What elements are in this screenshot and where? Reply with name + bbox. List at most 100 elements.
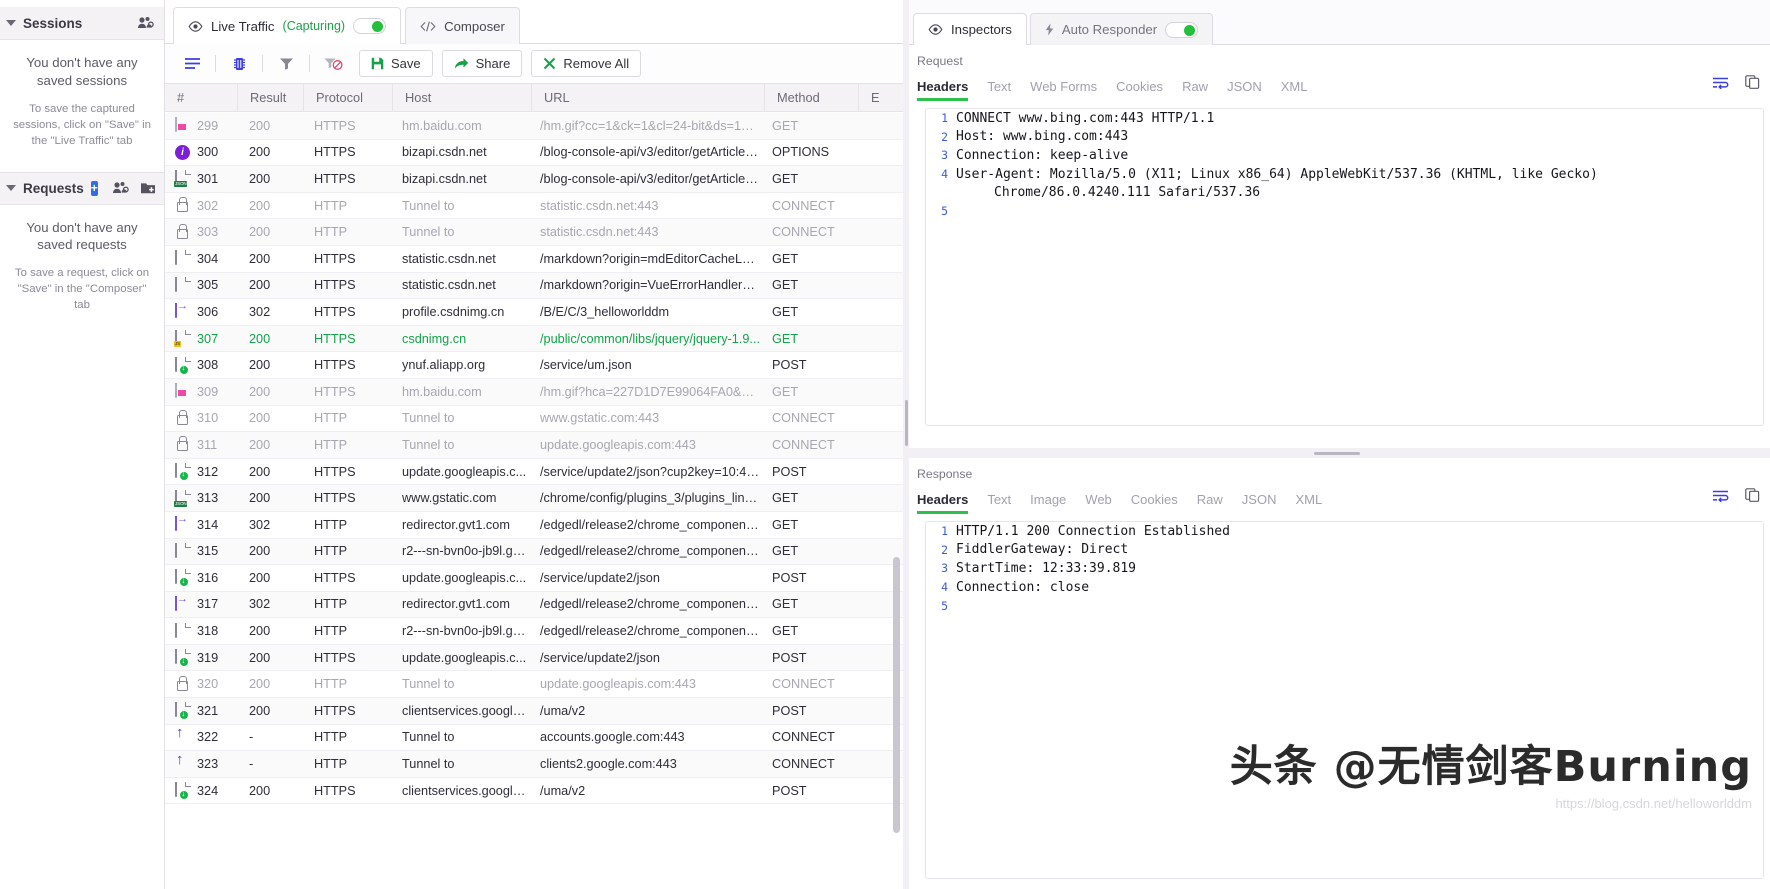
cell-host: Tunnel to (402, 757, 455, 772)
response-subtab-cookies[interactable]: Cookies (1131, 492, 1178, 514)
cell-protocol: HTTPS (314, 171, 356, 186)
copy-icon[interactable] (1745, 488, 1760, 507)
cell-result: 302 (249, 304, 271, 319)
table-row[interactable]: 310 200 HTTP Tunnel to www.gstatic.com:443 CO… (165, 406, 903, 433)
cell-url: /edgedl/release2/chrome_component/... (540, 624, 760, 639)
sidebar-section-sessions[interactable]: Sessions (0, 7, 164, 40)
cell-result: 200 (249, 225, 271, 240)
response-subtab-image[interactable]: Image (1030, 492, 1066, 514)
cell-url: update.googleapis.com:443 (540, 677, 696, 692)
cell-method: GET (772, 624, 799, 639)
sidebar-section-requests[interactable]: Requests + (0, 171, 164, 205)
table-row[interactable]: 317 302 HTTP redirector.gvt1.com/edgedl/rel… (165, 591, 903, 619)
copy-icon[interactable] (1745, 75, 1760, 94)
table-row[interactable]: 316 200 HTTPS update.googleapis.c... /servic… (165, 565, 903, 592)
table-row[interactable]: 320 200 HTTP Tunnel to update.googleapis.com… (165, 671, 903, 699)
table-row[interactable]: 306 302 HTTPS profile.csdnimg.cn/B/E/C/3_he… (165, 299, 903, 326)
tab-composer[interactable]: Composer (405, 7, 520, 44)
request-subtab-web-forms[interactable]: Web Forms (1030, 79, 1097, 101)
session-table-body[interactable]: 299 200 HTTPS hm.baidu.com/hm.gif?cc=1&ck=1… (165, 113, 903, 889)
table-row[interactable]: 324 200 HTTPS clientservices.google... /uma/… (165, 778, 903, 805)
request-subtab-xml[interactable]: XML (1281, 79, 1308, 101)
word-wrap-icon[interactable] (1712, 489, 1729, 507)
table-row[interactable]: i 300 200 HTTPS bizapi.csdn.net/blog-console… (165, 140, 903, 167)
table-row[interactable]: 303 200 HTTP Tunnel to statistic.csdn.net:44… (165, 219, 903, 246)
auto-responder-toggle[interactable] (1165, 21, 1199, 38)
save-button[interactable]: Save (359, 50, 433, 77)
columns-icon[interactable] (222, 51, 256, 77)
table-row[interactable]: 322 - HTTP Tunnel to accounts.google.com:443… (165, 725, 903, 752)
horizontal-splitter[interactable] (903, 448, 1770, 458)
request-subtab-headers[interactable]: Headers (917, 79, 969, 101)
table-row[interactable]: 309 200 HTTPS hm.baidu.com/hm.gif?hca=227D1… (165, 378, 903, 406)
chevron-down-icon-requests[interactable] (6, 185, 16, 192)
cell-url: /blog-console-api/v3/editor/getArticle?.… (540, 171, 760, 186)
cell-host: clientservices.google... (402, 703, 528, 718)
requests-share-icon[interactable] (112, 180, 129, 197)
cell-number: 302 (165, 197, 237, 214)
request-subtabs: Headers Text Web Forms Cookies Raw JSON XML (903, 68, 1770, 101)
table-row[interactable]: JSON 313 200 HTTPS www.gstatic.com/chrome/co… (165, 485, 903, 512)
new-folder-icon[interactable] (140, 180, 156, 197)
table-row[interactable]: 308 200 HTTPS ynuf.aliapp.org/service/um.js… (165, 352, 903, 379)
table-row[interactable]: 321 200 HTTPS clientservices.google... /uma/… (165, 698, 903, 725)
sessions-share-icon[interactable] (137, 15, 154, 32)
request-subtab-cookies[interactable]: Cookies (1116, 79, 1163, 101)
table-row[interactable]: 318 200 HTTP r2---sn-bvn0o-jb9l.gv... /edged… (165, 618, 903, 645)
clear-filter-icon[interactable] (316, 51, 350, 77)
col-header-result[interactable]: Result (238, 84, 303, 111)
table-row[interactable]: 323 - HTTP Tunnel to clients2.google.com:443… (165, 751, 903, 778)
cell-url: /markdown?origin=VueErrorHandler&... (540, 278, 760, 293)
filter-icon[interactable] (269, 51, 303, 77)
tab-inspectors[interactable]: Inspectors (913, 13, 1027, 45)
request-code-line: 2 Host: www.bing.com:443 (926, 128, 1763, 147)
doc-file-icon (175, 250, 190, 267)
cell-host: Tunnel to (402, 411, 455, 426)
table-row[interactable]: 311 200 HTTP Tunnel to update.googleapis.com… (165, 432, 903, 459)
response-section: Response Headers Text Image Web Cookies Raw JS… (903, 458, 1770, 889)
line-number: 5 (941, 598, 948, 613)
sessions-empty-hint: To save the captured sessions, click on … (13, 102, 151, 147)
request-subtab-json[interactable]: JSON (1227, 79, 1262, 101)
col-header-number[interactable]: # (165, 84, 237, 111)
table-row[interactable]: 319 200 HTTPS update.googleapis.c... /servic… (165, 644, 903, 672)
col-header-protocol[interactable]: Protocol (304, 84, 392, 111)
capture-toggle[interactable] (353, 18, 387, 34)
row-number: 311 (197, 437, 218, 452)
list-view-icon[interactable] (175, 51, 209, 77)
lock-icon (175, 676, 190, 693)
response-headers-code[interactable]: 1 HTTP/1.1 200 Connection Established 2 Fid… (925, 521, 1764, 879)
table-row[interactable]: 312 200 HTTPS update.googleapis.c... /servic… (165, 459, 903, 486)
tab-auto-responder[interactable]: Auto Responder (1029, 13, 1214, 45)
col-header-method[interactable]: Method (765, 84, 858, 111)
word-wrap-icon[interactable] (1712, 76, 1729, 94)
table-row[interactable]: 315 200 HTTP r2---sn-bvn0o-jb9l.gv... /edged… (165, 538, 903, 566)
response-subtab-text[interactable]: Text (987, 492, 1011, 514)
session-table-scrollbar[interactable] (893, 113, 900, 879)
col-header-url[interactable]: URL (532, 84, 764, 111)
add-request-button[interactable]: + (90, 180, 98, 196)
request-subtab-raw[interactable]: Raw (1182, 79, 1208, 101)
cell-result: - (249, 730, 254, 745)
col-header-extra[interactable]: E (859, 84, 903, 111)
chevron-down-icon[interactable] (6, 20, 16, 26)
response-subtab-web[interactable]: Web (1085, 492, 1112, 514)
request-headers-code[interactable]: 1 CONNECT www.bing.com:443 HTTP/1.1 2 Host:… (925, 108, 1764, 426)
table-row[interactable]: 314 302 HTTP redirector.gvt1.com/edgedl/rel… (165, 512, 903, 539)
request-subtab-text[interactable]: Text (987, 79, 1011, 101)
table-row[interactable]: JSON 301 200 HTTPS bizapi.csdn.net/blog-cons… (165, 166, 903, 193)
table-row[interactable]: 299 200 HTTPS hm.baidu.com/hm.gif?cc=1&ck=1… (165, 113, 903, 140)
response-subtab-headers[interactable]: Headers (917, 492, 969, 514)
table-row[interactable]: 302 200 HTTP Tunnel to statistic.csdn.net:44… (165, 193, 903, 220)
col-header-host[interactable]: Host (393, 84, 531, 111)
table-row[interactable]: 305 200 HTTPS statistic.csdn.net/markdown?o… (165, 272, 903, 300)
response-subtab-json[interactable]: JSON (1242, 492, 1277, 514)
tab-live-traffic[interactable]: Live Traffic (Capturing) (173, 7, 402, 44)
response-subtab-raw[interactable]: Raw (1197, 492, 1223, 514)
lock-icon (175, 224, 190, 241)
share-button[interactable]: Share (441, 50, 523, 77)
response-subtab-xml[interactable]: XML (1295, 492, 1322, 514)
remove-all-button[interactable]: Remove All (531, 50, 642, 77)
table-row[interactable]: JS 307 200 HTTPS csdnimg.cn/public/common/li… (165, 325, 903, 353)
table-row[interactable]: 304 200 HTTPS statistic.csdn.net/markdown?o… (165, 246, 903, 273)
